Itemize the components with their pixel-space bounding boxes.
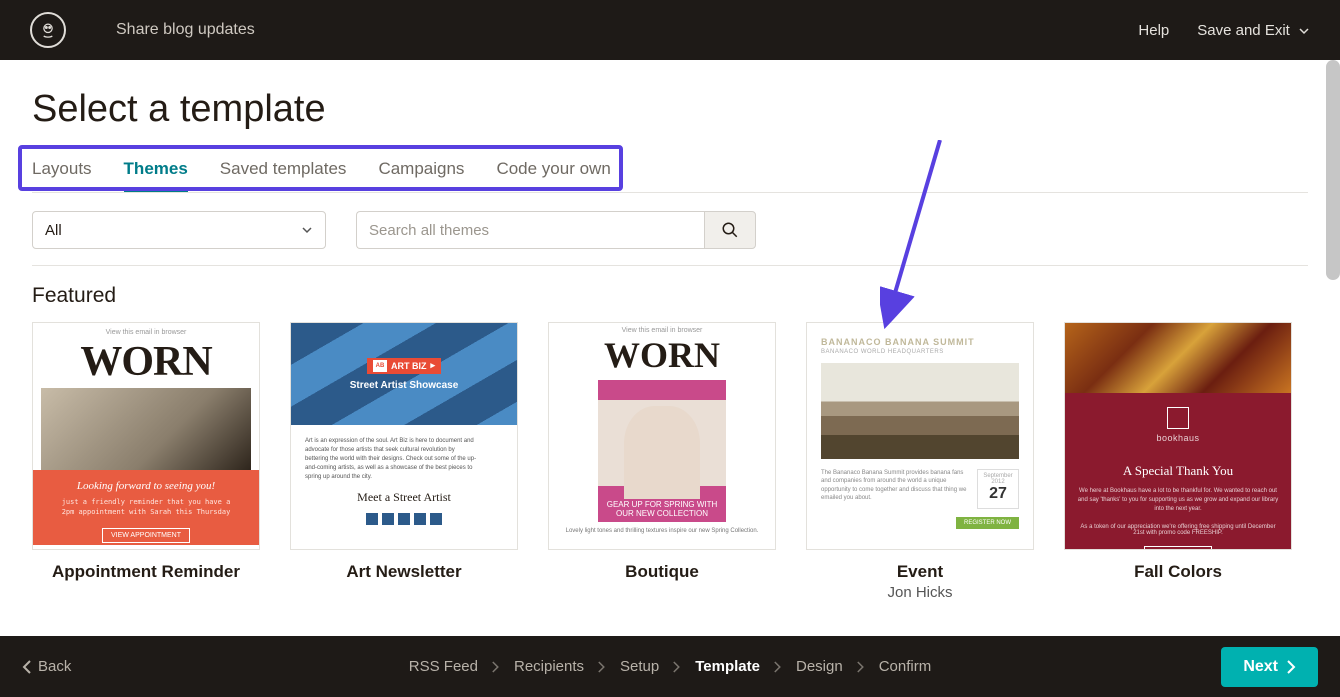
template-card-art-newsletter[interactable]: ABART BIZ▸ Street Artist Showcase Art is… <box>290 322 518 601</box>
chevron-right-icon <box>673 661 681 673</box>
step-setup[interactable]: Setup <box>620 658 659 675</box>
chevron-right-icon <box>857 661 865 673</box>
template-card-boutique[interactable]: View this email in browser WORN PROJEKTP… <box>548 322 776 601</box>
scrollbar[interactable] <box>1326 60 1340 280</box>
tab-code-your-own[interactable]: Code your own <box>496 159 610 192</box>
chevron-right-icon <box>774 661 782 673</box>
card-label: Art Newsletter <box>346 562 461 582</box>
template-card-appointment-reminder[interactable]: View this email in browser WORN Looking … <box>32 322 260 601</box>
tab-saved-templates[interactable]: Saved templates <box>220 159 347 192</box>
save-exit-button[interactable]: Save and Exit <box>1197 22 1310 39</box>
template-card-event[interactable]: BANANACO BANANA SUMMIT BANANACO WORLD HE… <box>806 322 1034 601</box>
search-icon <box>721 221 739 239</box>
step-rss-feed[interactable]: RSS Feed <box>409 658 478 675</box>
campaign-title: Share blog updates <box>116 21 255 39</box>
search-input[interactable] <box>356 211 704 249</box>
tab-layouts[interactable]: Layouts <box>32 159 92 192</box>
search-wrapper <box>356 211 756 249</box>
main-content: Select a template Layouts Themes Saved t… <box>0 60 1340 636</box>
card-label: Event <box>897 562 943 582</box>
card-label: Boutique <box>625 562 699 582</box>
search-button[interactable] <box>704 211 756 249</box>
step-template[interactable]: Template <box>695 658 760 675</box>
logo[interactable] <box>30 12 66 48</box>
chevron-right-icon <box>598 661 606 673</box>
step-design[interactable]: Design <box>796 658 843 675</box>
tabs: Layouts Themes Saved templates Campaigns… <box>32 159 1308 193</box>
page-title: Select a template <box>32 88 1308 131</box>
filter-category-select[interactable]: All <box>32 211 326 249</box>
chevron-right-icon <box>1286 660 1296 674</box>
tab-themes[interactable]: Themes <box>124 159 188 192</box>
card-label: Fall Colors <box>1134 562 1222 582</box>
next-button[interactable]: Next <box>1221 647 1318 687</box>
template-card-fall-colors[interactable]: bookhaus A Special Thank You We here at … <box>1064 322 1292 601</box>
topbar: Share blog updates Help Save and Exit <box>0 0 1340 60</box>
step-confirm[interactable]: Confirm <box>879 658 932 675</box>
chevron-down-icon <box>301 224 313 236</box>
tab-campaigns[interactable]: Campaigns <box>378 159 464 192</box>
wizard-steps: RSS Feed Recipients Setup Template Desig… <box>409 658 931 675</box>
card-label: Appointment Reminder <box>52 562 240 582</box>
footer: Back RSS Feed Recipients Setup Template … <box>0 636 1340 697</box>
book-icon <box>1167 407 1189 429</box>
template-cards: View this email in browser WORN Looking … <box>32 322 1308 601</box>
section-title: Featured <box>32 284 1308 308</box>
back-button[interactable]: Back <box>22 658 71 675</box>
help-link[interactable]: Help <box>1138 22 1169 39</box>
chevron-left-icon <box>22 660 32 674</box>
chevron-right-icon <box>492 661 500 673</box>
card-author: Jon Hicks <box>887 584 952 601</box>
step-recipients[interactable]: Recipients <box>514 658 584 675</box>
